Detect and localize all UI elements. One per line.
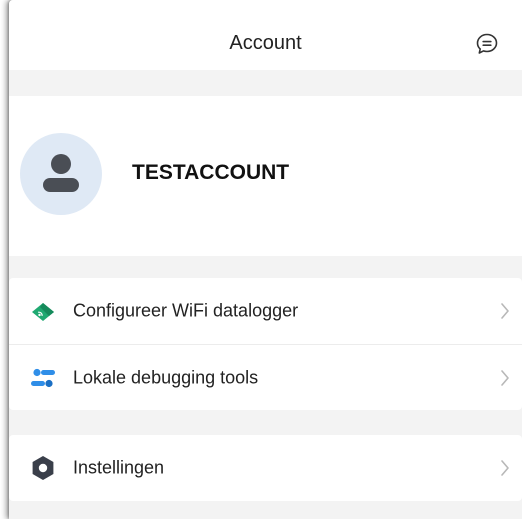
chat-bubble-icon [476, 33, 498, 54]
menu-item-settings[interactable]: Instellingen [9, 435, 522, 501]
menu-item-label: Lokale debugging tools [73, 367, 259, 388]
menu-group-tools: Configureer WiFi datalogger Lokale debug… [9, 278, 522, 410]
top-bar: Account [9, 0, 522, 70]
chevron-right-icon [501, 370, 509, 386]
menu-item-configure-wifi-datalogger[interactable]: Configureer WiFi datalogger [9, 278, 522, 344]
chevron-right-icon [501, 303, 509, 319]
message-button[interactable] [475, 32, 499, 56]
gear-icon [32, 456, 54, 480]
menu-item-label: Configureer WiFi datalogger [73, 300, 299, 321]
avatar[interactable] [20, 133, 102, 215]
account-name: TESTACCOUNT [132, 161, 290, 184]
page-title: Account [229, 32, 302, 54]
menu-group-settings: Instellingen [9, 435, 522, 501]
app-frame: Account TESTACCOUNT Configureer WiFi dat… [0, 0, 522, 519]
chevron-right-icon [501, 460, 509, 476]
menu-item-label: Instellingen [73, 457, 165, 478]
debug-tools-icon [31, 368, 55, 388]
menu-item-local-debugging-tools[interactable]: Lokale debugging tools [9, 344, 522, 411]
wifi-datalogger-icon [32, 303, 54, 321]
profile-card[interactable]: TESTACCOUNT [9, 96, 522, 256]
user-avatar-icon [43, 154, 79, 192]
account-screen: Account TESTACCOUNT Configureer WiFi dat… [9, 0, 522, 519]
